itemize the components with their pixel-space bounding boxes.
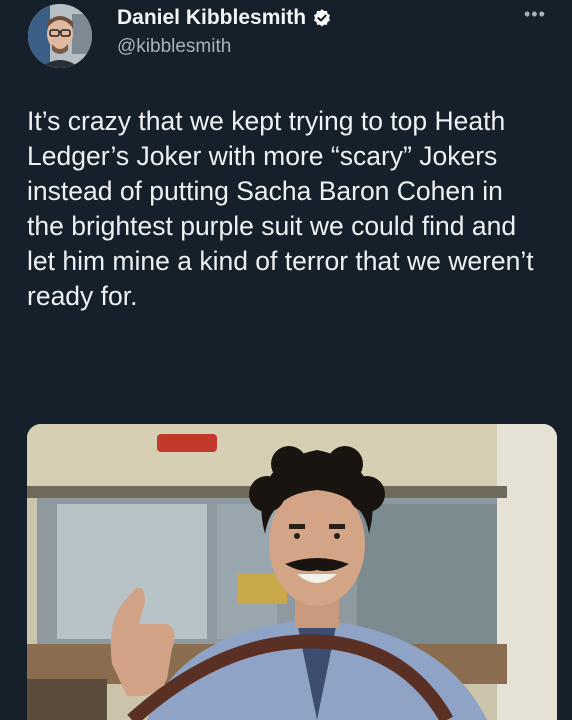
display-name[interactable]: Daniel Kibblesmith <box>117 6 306 30</box>
media-photo <box>27 424 557 720</box>
more-horizontal-icon[interactable]: ••• <box>524 4 546 25</box>
avatar[interactable] <box>28 4 92 68</box>
name-row: Daniel Kibblesmith <box>117 6 332 30</box>
verified-badge-icon <box>314 9 331 27</box>
avatar-photo <box>28 4 92 68</box>
user-handle[interactable]: @kibblesmith <box>117 36 231 58</box>
tweet-header: Daniel Kibblesmith @kibblesmith ••• <box>0 0 572 80</box>
tweet-media-image[interactable] <box>27 424 557 720</box>
tweet-text: It’s crazy that we kept trying to top He… <box>27 106 534 311</box>
